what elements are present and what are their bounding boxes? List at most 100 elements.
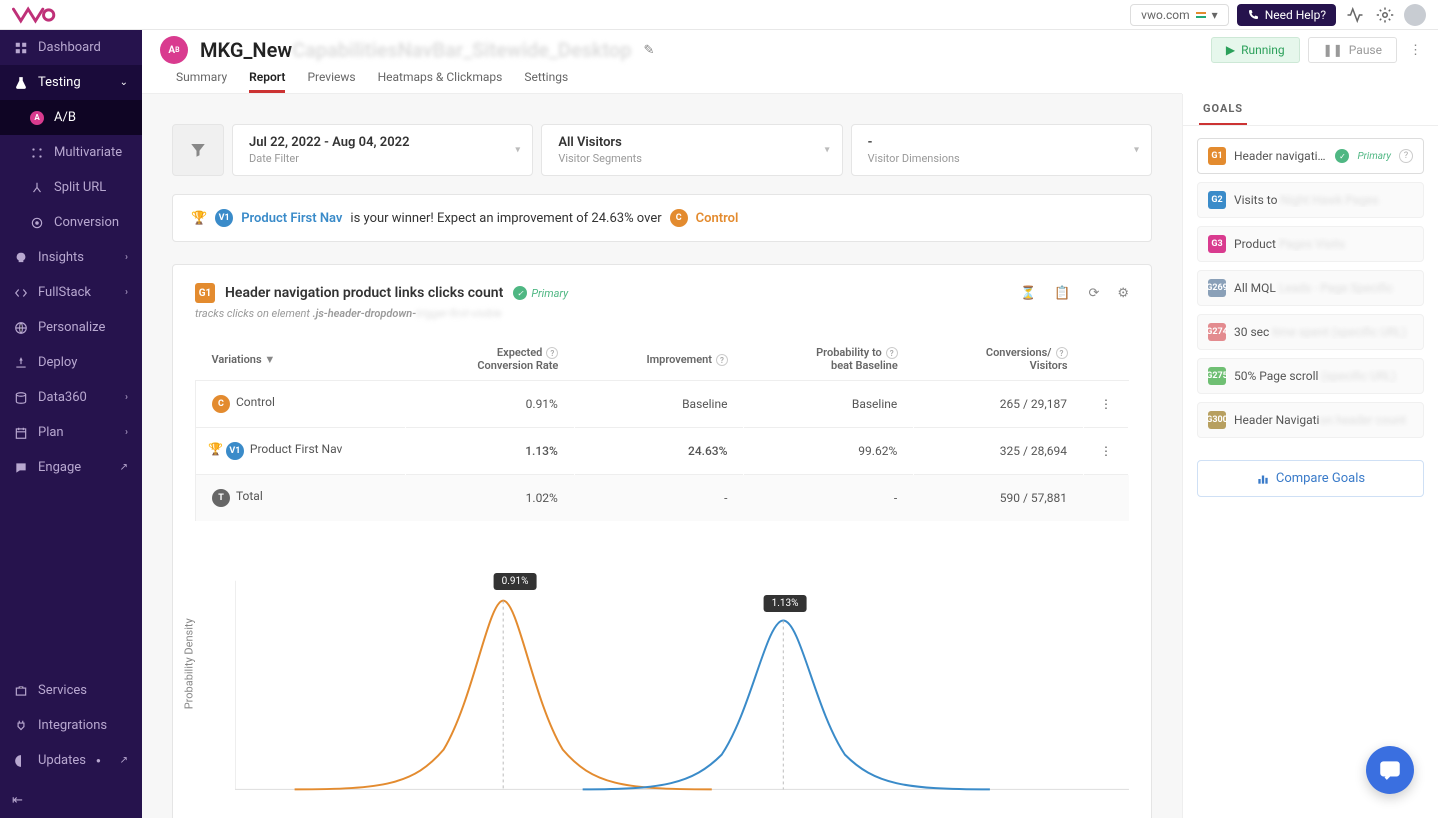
filter-dim-label: Visitor Dimensions xyxy=(868,152,1135,165)
goal-description: tracks clicks on element .js-header-drop… xyxy=(195,307,1129,320)
filter-dimensions[interactable]: - Visitor Dimensions ▾ xyxy=(851,124,1152,176)
tab-summary[interactable]: Summary xyxy=(176,70,227,93)
goals-tab[interactable]: GOALS xyxy=(1199,94,1247,125)
more-menu-button[interactable]: ⋮ xyxy=(1405,39,1426,62)
goal-item[interactable]: G27430 sec time spent (specific URL) xyxy=(1197,314,1424,350)
chevron-right-icon: › xyxy=(125,287,128,298)
goal-item[interactable]: G2 Visits to Night Hawk Pages xyxy=(1197,182,1424,218)
goal-id-badge: G1 xyxy=(1208,147,1226,165)
topbar: vwo.com ▾ Need Help? xyxy=(0,0,1438,30)
sidebar-updates[interactable]: Updates●↗ xyxy=(0,743,142,778)
filter-date[interactable]: Jul 22, 2022 - Aug 04, 2022 Date Filter … xyxy=(232,124,533,176)
sidebar-personalize[interactable]: Personalize xyxy=(0,310,142,345)
avatar[interactable] xyxy=(1404,4,1426,26)
account-switcher[interactable]: vwo.com ▾ xyxy=(1130,4,1229,26)
goal-id-badge: G2 xyxy=(1208,191,1226,209)
sidebar-plan[interactable]: Plan› xyxy=(0,415,142,450)
winner-variation-link[interactable]: Product First Nav xyxy=(241,211,342,226)
compare-goals-button[interactable]: Compare Goals xyxy=(1197,460,1424,497)
tab-settings[interactable]: Settings xyxy=(524,70,568,93)
tab-heatmaps[interactable]: Heatmaps & Clickmaps xyxy=(378,70,503,93)
chevron-right-icon: › xyxy=(125,427,128,438)
collapse-sidebar-button[interactable]: ⇤ xyxy=(12,793,23,808)
external-icon: ↗ xyxy=(120,755,128,766)
clipboard-icon[interactable]: 📋 xyxy=(1054,286,1070,301)
chevron-right-icon: › xyxy=(125,252,128,263)
sidebar-split-url[interactable]: Split URL xyxy=(0,170,142,205)
goal-item-label: Header navigation p… xyxy=(1234,149,1327,163)
filter-icon[interactable]: ▼ xyxy=(264,353,275,366)
help-icon[interactable]: ? xyxy=(1399,149,1413,163)
edit-title-icon[interactable]: ✎ xyxy=(644,43,655,58)
primary-badge: ✓Primary xyxy=(513,286,568,300)
hourglass-icon[interactable]: ⏳ xyxy=(1020,286,1036,301)
goal-item-label: Visits to Night Hawk Pages xyxy=(1234,193,1413,207)
goal-item-label: Product Pages Visits xyxy=(1234,237,1413,251)
filter-funnel-button[interactable] xyxy=(172,124,224,176)
bar-chart-icon xyxy=(1256,472,1270,486)
caret-down-icon: ▾ xyxy=(515,145,520,156)
caret-down-icon: ▾ xyxy=(1134,145,1139,156)
goal-item[interactable]: G300 Header Navigation header count xyxy=(1197,402,1424,438)
sidebar-services[interactable]: Services xyxy=(0,673,142,708)
goal-item[interactable]: G3Product Pages Visits xyxy=(1197,226,1424,262)
table-row-v1: 🏆 V1 Product First Nav 1.13% 24.63% 99.6… xyxy=(196,428,1129,475)
sidebar-deploy[interactable]: Deploy xyxy=(0,345,142,380)
row-menu-button[interactable]: ⋮ xyxy=(1084,428,1129,475)
goal-item[interactable]: G27550% Page scroll (specific URL) xyxy=(1197,358,1424,394)
winner-text: is your winner! Expect an improvement of… xyxy=(350,211,661,226)
sidebar-dashboard[interactable]: Dashboard xyxy=(0,30,142,65)
filter-segment[interactable]: All Visitors Visitor Segments ▾ xyxy=(541,124,842,176)
gear-icon[interactable] xyxy=(1374,4,1396,26)
help-icon[interactable]: ? xyxy=(716,354,728,366)
content-area: Jul 22, 2022 - Aug 04, 2022 Date Filter … xyxy=(142,94,1182,818)
goal-item-label: Header Navigation header count xyxy=(1234,413,1413,427)
v1-pill: V1 xyxy=(215,209,233,227)
help-icon[interactable]: ? xyxy=(886,347,898,359)
sidebar-testing[interactable]: Testing⌄ xyxy=(0,65,142,100)
tabs: Summary Report Previews Heatmaps & Click… xyxy=(142,70,1182,94)
goals-panel: GOALS G1Header navigation p…✓Primary?G2V… xyxy=(1182,94,1438,818)
winner-banner: 🏆 V1 Product First Nav is your winner! E… xyxy=(172,194,1152,242)
page-title: MKG_NewCapabilitiesNavBar_Sitewide_Deskt… xyxy=(200,38,632,62)
funnel-icon xyxy=(189,141,207,159)
check-icon: ✓ xyxy=(513,286,527,300)
sidebar-integrations[interactable]: Integrations xyxy=(0,708,142,743)
goals-list: G1Header navigation p…✓Primary?G2Visits … xyxy=(1183,126,1438,450)
flag-icon xyxy=(1196,10,1206,20)
sidebar: Dashboard Testing⌄ AA/B Multivariate Spl… xyxy=(0,30,142,818)
pause-icon: ❚❚ xyxy=(1323,43,1343,57)
help-icon[interactable]: ? xyxy=(1056,347,1068,359)
running-button[interactable]: ▶Running xyxy=(1211,37,1300,63)
sidebar-insights[interactable]: Insights› xyxy=(0,240,142,275)
pause-button[interactable]: ❚❚Pause xyxy=(1308,37,1397,63)
sidebar-multivariate[interactable]: Multivariate xyxy=(0,135,142,170)
gear-icon[interactable]: ⚙ xyxy=(1117,286,1129,301)
tooltip-v1: 1.13% xyxy=(764,595,807,612)
sidebar-data360[interactable]: Data360› xyxy=(0,380,142,415)
sidebar-engage[interactable]: Engage↗ xyxy=(0,450,142,485)
caret-down-icon: ▾ xyxy=(1212,8,1218,22)
row-menu-button[interactable]: ⋮ xyxy=(1084,381,1129,428)
goal-item[interactable]: G269All MQL Leads - Page Specific xyxy=(1197,270,1424,306)
help-icon[interactable]: ? xyxy=(546,347,558,359)
sidebar-conversion[interactable]: Conversion xyxy=(0,205,142,240)
density-chart: Probability Density 0.91% 1.13% 0.70%0.8… xyxy=(195,551,1129,818)
tab-report[interactable]: Report xyxy=(249,70,285,93)
need-help-button[interactable]: Need Help? xyxy=(1237,4,1336,26)
tab-previews[interactable]: Previews xyxy=(307,70,355,93)
refresh-icon[interactable]: ⟳ xyxy=(1088,286,1099,301)
vwo-logo[interactable] xyxy=(12,6,56,24)
sidebar-fullstack[interactable]: FullStack› xyxy=(0,275,142,310)
activity-icon[interactable] xyxy=(1344,4,1366,26)
sidebar-ab[interactable]: AA/B xyxy=(0,100,142,135)
goal-item[interactable]: G1Header navigation p…✓Primary? xyxy=(1197,138,1424,174)
chat-icon xyxy=(1377,757,1403,783)
control-link[interactable]: Control xyxy=(696,211,739,226)
intercom-launcher[interactable] xyxy=(1366,746,1414,794)
caret-down-icon: ▾ xyxy=(825,145,830,156)
play-icon: ▶ xyxy=(1226,43,1235,57)
filter-segment-value: All Visitors xyxy=(558,135,825,150)
goal-id-badge: G300 xyxy=(1208,411,1226,429)
filter-dim-value: - xyxy=(868,135,1135,150)
